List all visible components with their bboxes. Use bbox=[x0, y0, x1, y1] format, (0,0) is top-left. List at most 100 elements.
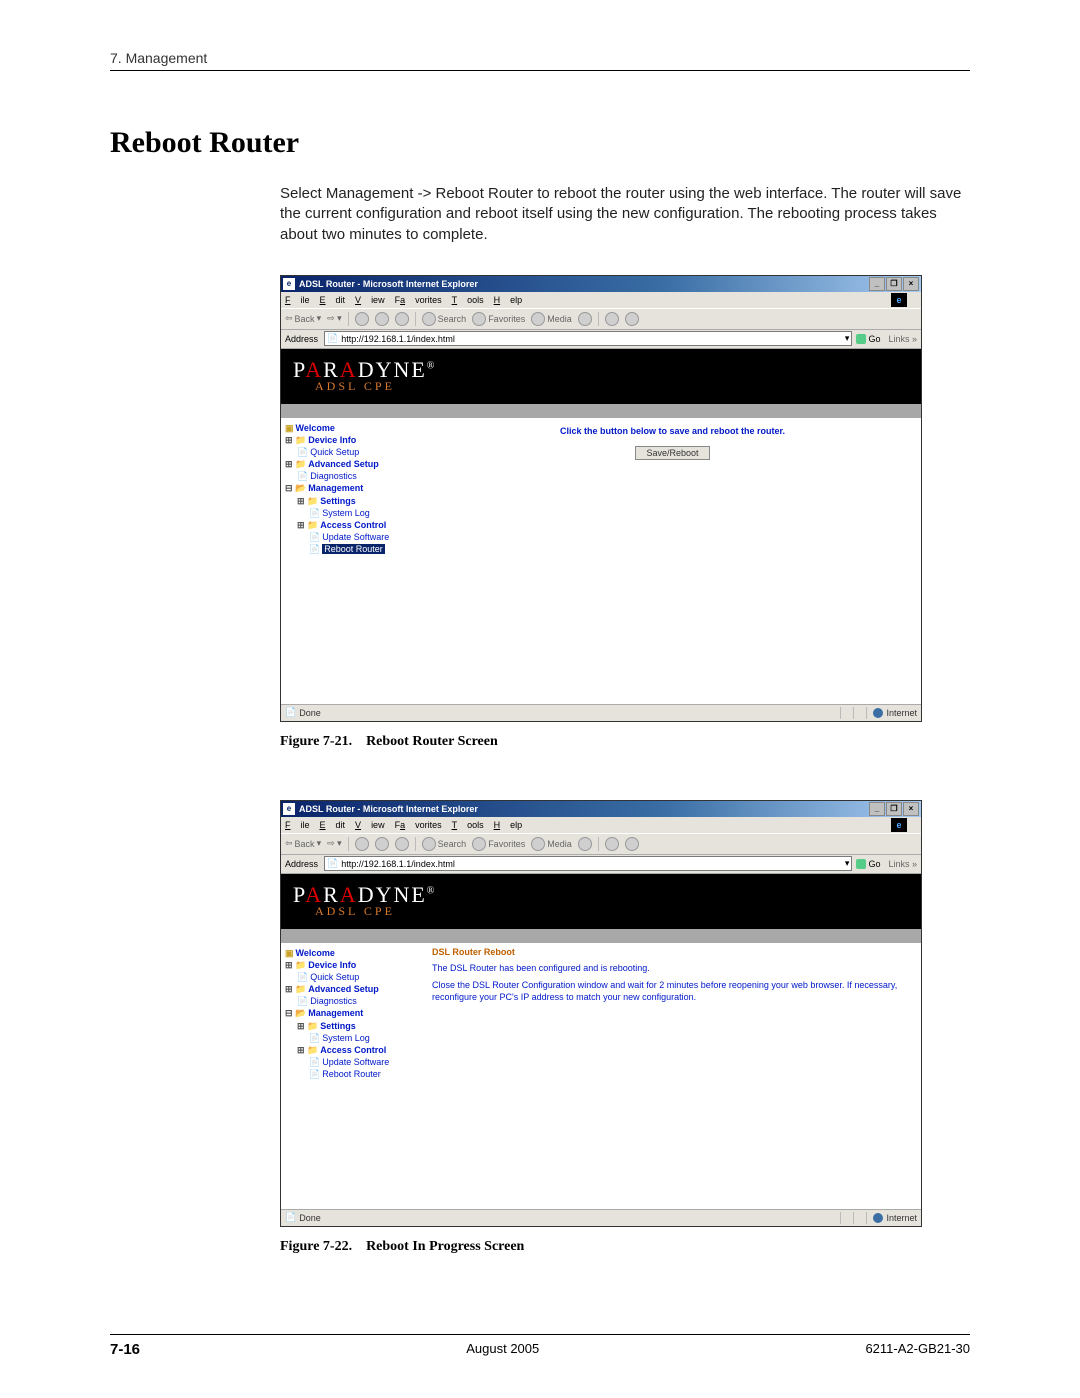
address-input[interactable]: 📄 http://192.168.1.1/index.html ▾ bbox=[324, 856, 852, 871]
home-icon[interactable] bbox=[395, 837, 409, 851]
tree-welcome[interactable]: ▣Welcome bbox=[285, 422, 420, 434]
menu-bar: File Edit View Favorites Tools Help e bbox=[281, 817, 921, 833]
menu-view[interactable]: View bbox=[355, 295, 385, 305]
menu-edit[interactable]: Edit bbox=[320, 820, 346, 830]
footer-rule bbox=[110, 1334, 970, 1335]
search-button[interactable]: Search bbox=[422, 312, 467, 326]
tree-access-control[interactable]: ⊞📁Access Control bbox=[297, 1044, 420, 1056]
menu-favorites[interactable]: Favorites bbox=[395, 295, 442, 305]
save-reboot-button[interactable]: Save/Reboot bbox=[635, 446, 709, 460]
favorites-button[interactable]: Favorites bbox=[472, 837, 525, 851]
status-bar: 📄 Done Internet bbox=[281, 1209, 921, 1226]
paradyne-logo: PARADYNE® bbox=[293, 884, 436, 906]
tree-management[interactable]: ⊟📂Management bbox=[285, 482, 420, 494]
tree-reboot-router[interactable]: 📄Reboot Router bbox=[309, 1068, 420, 1080]
brand-banner: PARADYNE® ADSL CPE bbox=[281, 349, 921, 404]
back-button[interactable]: ⇦ Back ▾ bbox=[285, 838, 321, 849]
reboot-line1: The DSL Router has been configured and i… bbox=[432, 963, 913, 975]
links-label[interactable]: Links » bbox=[888, 859, 917, 869]
address-bar: Address 📄 http://192.168.1.1/index.html … bbox=[281, 855, 921, 874]
history-icon[interactable] bbox=[578, 837, 592, 851]
header-rule bbox=[110, 70, 970, 71]
media-button[interactable]: Media bbox=[531, 312, 572, 326]
figure-22-screenshot: e ADSL Router - Microsoft Internet Explo… bbox=[280, 800, 922, 1227]
search-button[interactable]: Search bbox=[422, 837, 467, 851]
minimize-button[interactable]: _ bbox=[869, 277, 885, 291]
close-button[interactable]: × bbox=[903, 277, 919, 291]
brand-banner: PARADYNE® ADSL CPE bbox=[281, 874, 921, 929]
address-input[interactable]: 📄 http://192.168.1.1/index.html ▾ bbox=[324, 331, 852, 346]
media-button[interactable]: Media bbox=[531, 837, 572, 851]
reboot-line2: Close the DSL Router Configuration windo… bbox=[432, 980, 913, 1003]
tree-update-software[interactable]: 📄Update Software bbox=[309, 1056, 420, 1068]
banner-divider bbox=[281, 929, 921, 943]
maximize-button[interactable]: ❐ bbox=[886, 802, 902, 816]
menu-file[interactable]: File bbox=[285, 820, 310, 830]
home-icon[interactable] bbox=[395, 312, 409, 326]
window-title: ADSL Router - Microsoft Internet Explore… bbox=[299, 804, 869, 814]
history-icon[interactable] bbox=[578, 312, 592, 326]
maximize-button[interactable]: ❐ bbox=[886, 277, 902, 291]
tree-settings[interactable]: ⊞📁Settings bbox=[297, 1020, 420, 1032]
go-button[interactable]: Go bbox=[856, 334, 880, 344]
menu-tools[interactable]: Tools bbox=[452, 295, 484, 305]
menu-edit[interactable]: Edit bbox=[320, 295, 346, 305]
chapter-header: 7. Management bbox=[110, 50, 970, 66]
tree-access-control[interactable]: ⊞📁Access Control bbox=[297, 519, 420, 531]
tree-update-software[interactable]: 📄Update Software bbox=[309, 531, 420, 543]
figure-21-screenshot: e ADSL Router - Microsoft Internet Explo… bbox=[280, 275, 922, 722]
tree-system-log[interactable]: 📄System Log bbox=[309, 507, 420, 519]
menu-tools[interactable]: Tools bbox=[452, 820, 484, 830]
refresh-icon[interactable] bbox=[375, 312, 389, 326]
tree-system-log[interactable]: 📄System Log bbox=[309, 1032, 420, 1044]
menu-view[interactable]: View bbox=[355, 820, 385, 830]
print-icon[interactable] bbox=[625, 312, 639, 326]
footer-date: August 2005 bbox=[466, 1341, 539, 1358]
main-panel: DSL Router Reboot The DSL Router has bee… bbox=[424, 943, 921, 1209]
tree-settings[interactable]: ⊞📁Settings bbox=[297, 495, 420, 507]
print-icon[interactable] bbox=[625, 837, 639, 851]
toolbar: ⇦ Back ▾ ⇨ ▾ Search Favorites Media bbox=[281, 308, 921, 330]
tree-reboot-router[interactable]: 📄Reboot Router bbox=[309, 543, 420, 555]
links-label[interactable]: Links » bbox=[888, 334, 917, 344]
tree-diagnostics[interactable]: 📄Diagnostics bbox=[297, 470, 420, 482]
close-button[interactable]: × bbox=[903, 802, 919, 816]
paradyne-logo: PARADYNE® bbox=[293, 359, 436, 381]
stop-icon[interactable] bbox=[355, 837, 369, 851]
stop-icon[interactable] bbox=[355, 312, 369, 326]
status-zone: Internet bbox=[873, 708, 917, 718]
back-button[interactable]: ⇦ Back ▾ bbox=[285, 313, 321, 324]
tree-quick-setup[interactable]: 📄Quick Setup bbox=[297, 446, 420, 458]
window-title: ADSL Router - Microsoft Internet Explore… bbox=[299, 279, 869, 289]
figure-22-caption: Figure 7-22. Reboot In Progress Screen bbox=[280, 1239, 970, 1255]
go-button[interactable]: Go bbox=[856, 859, 880, 869]
status-bar: 📄 Done Internet bbox=[281, 704, 921, 721]
tree-quick-setup[interactable]: 📄Quick Setup bbox=[297, 971, 420, 983]
tree-management[interactable]: ⊟📂Management bbox=[285, 1007, 420, 1019]
favorites-button[interactable]: Favorites bbox=[472, 312, 525, 326]
menu-file[interactable]: File bbox=[285, 295, 310, 305]
refresh-icon[interactable] bbox=[375, 837, 389, 851]
page-footer: 7-16 August 2005 6211-A2-GB21-30 bbox=[110, 1334, 970, 1358]
menu-help[interactable]: Help bbox=[494, 295, 523, 305]
tree-diagnostics[interactable]: 📄Diagnostics bbox=[297, 995, 420, 1007]
ie-throbber-icon: e bbox=[891, 818, 907, 832]
address-bar: Address 📄 http://192.168.1.1/index.html … bbox=[281, 330, 921, 349]
menu-favorites[interactable]: Favorites bbox=[395, 820, 442, 830]
address-label: Address bbox=[285, 859, 318, 869]
tree-welcome[interactable]: ▣Welcome bbox=[285, 947, 420, 959]
mail-icon[interactable] bbox=[605, 312, 619, 326]
address-label: Address bbox=[285, 334, 318, 344]
section-title: Reboot Router bbox=[110, 126, 970, 160]
tree-advanced-setup[interactable]: ⊞📁Advanced Setup bbox=[285, 458, 420, 470]
tree-device-info[interactable]: ⊞📁Device Info bbox=[285, 959, 420, 971]
menu-help[interactable]: Help bbox=[494, 820, 523, 830]
mail-icon[interactable] bbox=[605, 837, 619, 851]
forward-button[interactable]: ⇨ ▾ bbox=[327, 838, 342, 849]
tree-advanced-setup[interactable]: ⊞📁Advanced Setup bbox=[285, 983, 420, 995]
minimize-button[interactable]: _ bbox=[869, 802, 885, 816]
tree-device-info[interactable]: ⊞📁Device Info bbox=[285, 434, 420, 446]
page-icon: 📄 bbox=[327, 333, 338, 344]
forward-button[interactable]: ⇨ ▾ bbox=[327, 313, 342, 324]
menu-bar: File Edit View Favorites Tools Help e bbox=[281, 292, 921, 308]
